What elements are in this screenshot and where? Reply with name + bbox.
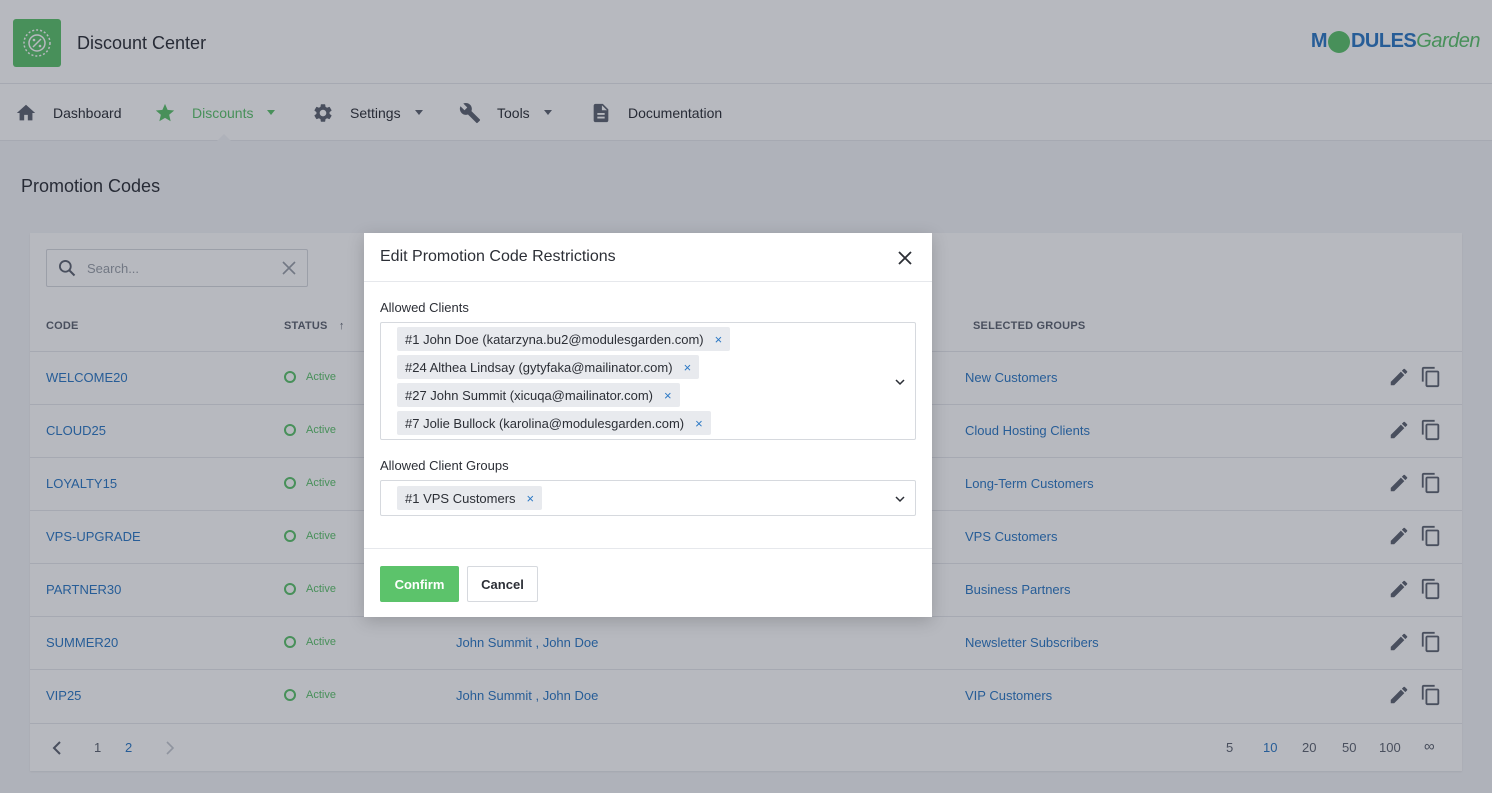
- chevron-down-icon[interactable]: [895, 377, 905, 387]
- allowed-clients-select[interactable]: #1 John Doe (katarzyna.bu2@modulesgarden…: [380, 322, 916, 440]
- client-tag: #7 Jolie Bullock (karolina@modulesgarden…: [397, 411, 711, 435]
- edit-restrictions-modal: Edit Promotion Code Restrictions Allowed…: [364, 233, 932, 617]
- client-tag-label: #7 Jolie Bullock (karolina@modulesgarden…: [405, 415, 685, 431]
- remove-tag-icon[interactable]: ×: [527, 491, 535, 506]
- allowed-clients-label: Allowed Clients: [380, 300, 469, 315]
- confirm-button[interactable]: Confirm: [380, 566, 459, 602]
- chevron-down-icon[interactable]: [895, 494, 905, 504]
- remove-tag-icon[interactable]: ×: [715, 332, 723, 347]
- client-tag: #27 John Summit (xicuqa@mailinator.com) …: [397, 383, 680, 407]
- client-tag: #1 John Doe (katarzyna.bu2@modulesgarden…: [397, 327, 731, 351]
- close-icon[interactable]: [896, 249, 914, 267]
- client-tag-label: #24 Althea Lindsay (gytyfaka@mailinator.…: [405, 359, 673, 375]
- client-tag: #24 Althea Lindsay (gytyfaka@mailinator.…: [397, 355, 700, 379]
- client-tag-label: #27 John Summit (xicuqa@mailinator.com): [405, 387, 654, 403]
- allowed-client-groups-select[interactable]: #1 VPS Customers ×: [380, 480, 916, 516]
- remove-tag-icon[interactable]: ×: [695, 416, 703, 431]
- modal-title: Edit Promotion Code Restrictions: [380, 248, 616, 265]
- client-tag-label: #1 John Doe (katarzyna.bu2@modulesgarden…: [405, 331, 704, 347]
- allowed-client-groups-label: Allowed Client Groups: [380, 458, 509, 473]
- remove-tag-icon[interactable]: ×: [664, 388, 672, 403]
- modal-header: Edit Promotion Code Restrictions: [364, 233, 932, 282]
- cancel-button[interactable]: Cancel: [467, 566, 538, 602]
- modal-footer: Confirm Cancel: [364, 548, 932, 617]
- remove-tag-icon[interactable]: ×: [684, 360, 692, 375]
- group-tag-label: #1 VPS Customers: [405, 490, 516, 506]
- group-tag: #1 VPS Customers ×: [397, 486, 543, 510]
